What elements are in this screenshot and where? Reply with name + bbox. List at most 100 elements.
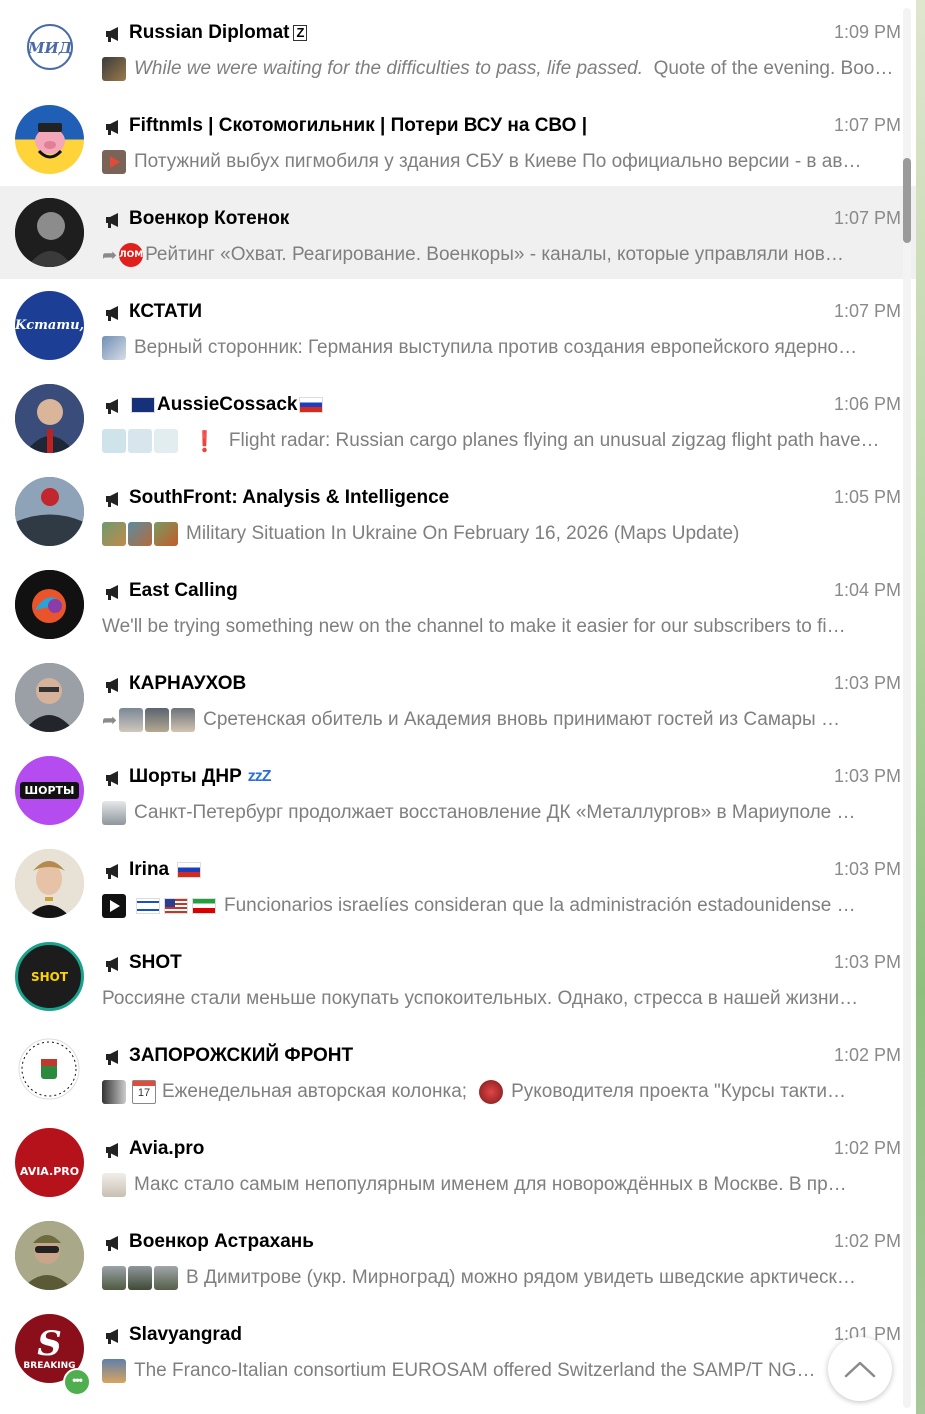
chat-row-russian-diplomat[interactable]: МИД Russian Diplomat Z 1:09 PM While we … bbox=[0, 0, 916, 93]
russia-flag-icon bbox=[299, 397, 324, 413]
chat-background-strip bbox=[916, 0, 925, 1414]
chat-time: 1:07 PM bbox=[833, 208, 901, 228]
chat-row-voenkor-kotenok[interactable]: Военкор Котенок 1:07 PM ➦ ЛОМ Рейтинг «О… bbox=[0, 186, 916, 279]
z-badge: Z bbox=[293, 25, 308, 41]
megaphone-icon bbox=[104, 769, 126, 786]
chat-row-east-calling[interactable]: East Calling 1:04 PM We'll be trying som… bbox=[0, 558, 916, 651]
media-thumbnail bbox=[102, 1266, 126, 1290]
chat-title: ЗАПОРОЖСКИЙ ФРОНТ bbox=[129, 1045, 354, 1066]
chat-title-line: Avia.pro bbox=[104, 1136, 816, 1162]
chevron-up-icon bbox=[844, 1361, 876, 1378]
chat-title-line: Fiftnmls | Скотомогильник | Потери ВСУ н… bbox=[104, 113, 816, 139]
avatar-subtext: BREAKING bbox=[23, 1360, 76, 1371]
chat-title-line: КСТАТИ bbox=[104, 299, 816, 325]
russia-flag-icon bbox=[177, 862, 202, 878]
chat-time: 1:09 PM bbox=[833, 22, 901, 42]
chat-title-line: Военкор Котенок bbox=[104, 206, 816, 232]
chat-time: 1:03 PM bbox=[833, 859, 901, 879]
scrollbar-track[interactable] bbox=[903, 8, 911, 1408]
forward-icon: ➦ bbox=[102, 709, 118, 730]
avatar bbox=[15, 384, 84, 453]
chat-row-fiftnmls[interactable]: Fiftnmls | Скотомогильник | Потери ВСУ н… bbox=[0, 93, 916, 186]
usa-flag-icon bbox=[164, 898, 188, 914]
chat-preview-line: While we were waiting for the difficulti… bbox=[102, 55, 902, 83]
chat-row-shorty-dnr[interactable]: ШОРТЫ Шорты ДНР zzZ 1:03 PM Санкт-Петерб… bbox=[0, 744, 916, 837]
exclamation-icon: ❗ bbox=[192, 430, 217, 453]
avatar bbox=[15, 1035, 84, 1104]
chat-title: SouthFront: Analysis & Intelligence bbox=[129, 487, 450, 508]
forward-icon: ➦ bbox=[102, 244, 118, 265]
chat-row-kstati[interactable]: Kстати, КСТАТИ 1:07 PM Верный сторонник:… bbox=[0, 279, 916, 372]
chat-title: AussieCossack bbox=[157, 394, 298, 415]
map-thumbnail bbox=[154, 522, 178, 546]
chat-row-southfront[interactable]: SouthFront: Analysis & Intelligence 1:05… bbox=[0, 465, 916, 558]
video-thumbnail bbox=[102, 150, 126, 174]
map-thumbnail bbox=[102, 522, 126, 546]
chat-row-shot[interactable]: SHOT SHOT 1:03 PM Россияне стали меньше … bbox=[0, 930, 916, 1023]
chat-preview-line: Россияне стали меньше покупать успокоите… bbox=[102, 985, 902, 1013]
chat-title-line: Irina bbox=[104, 857, 816, 883]
chat-row-karnaukhov[interactable]: КАРНАУХОВ 1:03 PM ➦ Сретенская обитель и… bbox=[0, 651, 916, 744]
chat-title: Военкор Астрахань bbox=[129, 1231, 314, 1252]
chat-title: Russian Diplomat bbox=[129, 22, 290, 43]
chat-time: 1:03 PM bbox=[833, 766, 901, 786]
media-thumbnail bbox=[128, 1266, 152, 1290]
chat-time: 1:03 PM bbox=[833, 952, 901, 972]
chat-preview: Funcionarios israelíes consideran que la… bbox=[224, 895, 856, 916]
chat-title-line: ЗАПОРОЖСКИЙ ФРОНТ bbox=[104, 1043, 816, 1069]
chat-title: Slavyangrad bbox=[129, 1324, 242, 1345]
avatar bbox=[15, 663, 84, 732]
chat-preview: We'll be trying something new on the cha… bbox=[102, 616, 846, 637]
chat-title-line: SouthFront: Analysis & Intelligence bbox=[104, 485, 816, 511]
chat-title: Fiftnmls | Скотомогильник | Потери ВСУ н… bbox=[129, 115, 588, 136]
map-thumbnail bbox=[128, 522, 152, 546]
chat-preview: Верный сторонник: Германия выступила про… bbox=[134, 337, 858, 358]
chat-row-voenkor-astrakhan[interactable]: Военкор Астрахань 1:02 PM В Димитрове (у… bbox=[0, 1209, 916, 1302]
chat-title: КСТАТИ bbox=[129, 301, 203, 322]
scroll-to-top-button[interactable] bbox=[828, 1337, 892, 1401]
avatar: SHOT bbox=[15, 942, 84, 1011]
megaphone-icon bbox=[104, 583, 126, 600]
chat-row-avia-pro[interactable]: AVIA.PRO Avia.pro 1:02 PM Макс стало сам… bbox=[0, 1116, 916, 1209]
megaphone-icon bbox=[104, 490, 126, 507]
chat-title: Военкор Котенок bbox=[129, 208, 290, 229]
chat-row-slavyangrad[interactable]: S BREAKING Slavyangrad 1:01 PM The Franc… bbox=[0, 1302, 916, 1395]
chat-title-line: Шорты ДНР zzZ bbox=[104, 764, 816, 790]
chat-row-zaporozhsky-front[interactable]: ЗАПОРОЖСКИЙ ФРОНТ 1:02 PM 17 Еженедельна… bbox=[0, 1023, 916, 1116]
chat-preview-line: Military Situation In Ukraine On Februar… bbox=[102, 520, 902, 548]
iran-flag-icon bbox=[192, 898, 216, 914]
chat-preview-line: ❗ Flight radar: Russian cargo planes fly… bbox=[102, 427, 902, 455]
chat-preview: Рейтинг «Охват. Реагирование. Военкоры» … bbox=[145, 244, 844, 265]
avatar bbox=[15, 477, 84, 546]
chat-title-line: Slavyangrad bbox=[104, 1322, 816, 1348]
chat-time: 1:07 PM bbox=[833, 301, 901, 321]
media-thumbnail bbox=[119, 708, 144, 732]
chat-time: 1:03 PM bbox=[833, 673, 901, 693]
media-thumbnail bbox=[102, 1359, 126, 1383]
source-avatar: ЛОМ bbox=[119, 243, 143, 267]
avatar bbox=[15, 849, 84, 918]
chat-preview-line: Макс стало самым непопулярным именем для… bbox=[102, 1171, 902, 1199]
israel-flag-icon bbox=[136, 898, 160, 914]
avatar-text: SHOT bbox=[30, 969, 69, 984]
chat-preview-line: Потужний выбух пигмобиля у здания СБУ в … bbox=[102, 148, 902, 176]
chat-title-line: Russian Diplomat Z bbox=[104, 20, 816, 46]
video-play-icon bbox=[102, 894, 126, 918]
media-thumbnail bbox=[171, 708, 196, 732]
megaphone-icon bbox=[104, 25, 126, 42]
chat-preview: Quote of the evening. Boo… bbox=[653, 58, 894, 79]
chat-preview: Россияне стали меньше покупать успокоите… bbox=[102, 988, 859, 1009]
media-thumbnail bbox=[102, 1080, 126, 1104]
megaphone-icon bbox=[104, 676, 126, 693]
megaphone-icon bbox=[104, 955, 126, 972]
media-thumbnail bbox=[102, 57, 126, 81]
chat-preview-line: 17 Еженедельная авторская колонка; Руков… bbox=[102, 1078, 902, 1106]
scrollbar-thumb[interactable] bbox=[903, 158, 911, 243]
megaphone-icon bbox=[104, 118, 126, 135]
megaphone-icon bbox=[104, 1141, 126, 1158]
chat-row-aussiecossack[interactable]: AussieCossack 1:06 PM ❗ Flight radar: Ru… bbox=[0, 372, 916, 465]
chat-row-irina[interactable]: Irina 1:03 PM Funcionarios israelíes con… bbox=[0, 837, 916, 930]
media-thumbnail bbox=[154, 1266, 178, 1290]
avatar: ШОРТЫ bbox=[15, 756, 84, 825]
media-thumbnail bbox=[154, 429, 178, 453]
